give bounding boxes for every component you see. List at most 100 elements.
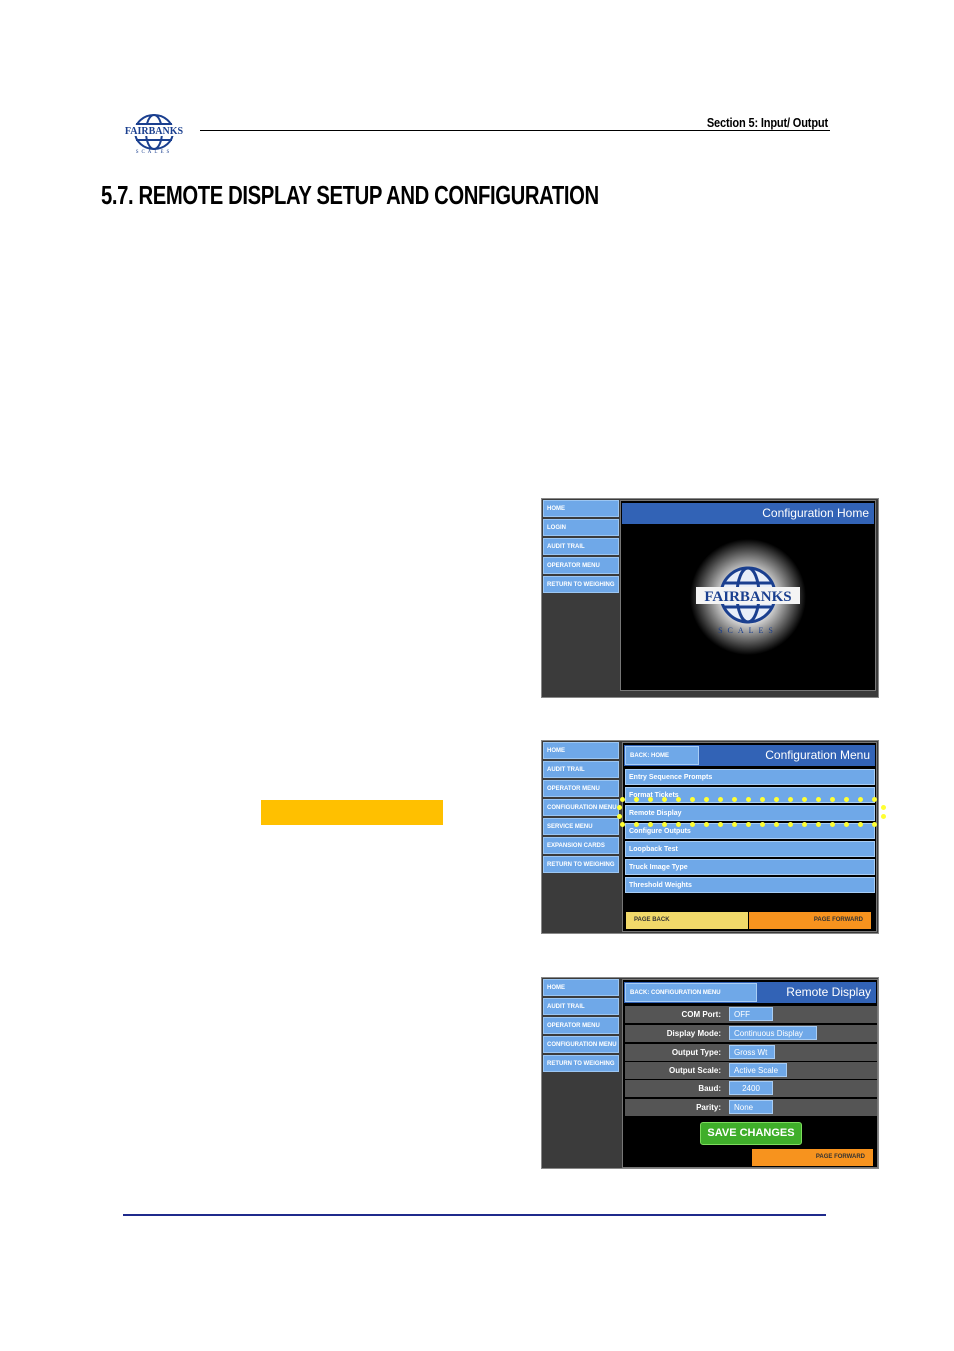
nav-operator-menu[interactable]: OPERATOR MENU [543,1017,619,1034]
highlight-dot [788,822,793,827]
highlight-dot [830,822,835,827]
highlight-dot [620,797,625,802]
highlight-dot [676,822,681,827]
field-label: Output Scale: [668,1066,721,1075]
section-header: Section 5: Input/ Output [706,115,828,130]
highlight-dot [746,822,751,827]
nav-return-to-weighing[interactable]: RETURN TO WEIGHING [543,1055,619,1072]
menu-item-truck-image-type[interactable]: Truck Image Type [625,859,875,875]
highlight-dot [732,822,737,827]
highlight-dot [872,822,877,827]
menu-item-threshold-weights[interactable]: Threshold Weights [625,877,875,893]
field-output-scale: Output Scale: Active Scale [625,1062,877,1079]
highlight-dot [718,797,723,802]
nav-home[interactable]: HOME [543,979,619,996]
display-mode-value[interactable]: Continuous Display [729,1026,817,1040]
highlight-dot [788,797,793,802]
nav-return-to-weighing[interactable]: RETURN TO WEIGHING [543,576,619,593]
header-rule [200,130,830,131]
highlight-dot [881,805,886,810]
highlight-dot [620,822,625,827]
highlight-dot [802,797,807,802]
nav-login[interactable]: LOGIN [543,519,619,536]
highlight-dot [872,797,877,802]
highlight-dot [802,822,807,827]
highlight-dot [617,814,622,819]
field-label: Parity: [696,1103,721,1112]
highlight-dot [774,822,779,827]
output-scale-value[interactable]: Active Scale [729,1063,787,1077]
screen-configuration-home: HOME LOGIN AUDIT TRAIL OPERATOR MENU RET… [541,498,879,698]
highlight-dot [634,797,639,802]
highlight-dot [746,797,751,802]
nav-home[interactable]: HOME [543,500,619,517]
com-port-value[interactable]: OFF [729,1007,773,1021]
highlight-dot [690,797,695,802]
highlight-dot [617,805,622,810]
field-label: Baud: [698,1084,721,1093]
svg-text:FAIRBANKS: FAIRBANKS [704,589,791,605]
highlight-dot [690,822,695,827]
baud-value[interactable]: 2400 [729,1081,773,1095]
highlight-dot [844,797,849,802]
page-forward-button[interactable]: PAGE FORWARD [749,912,871,929]
nav-sidebar: HOME LOGIN AUDIT TRAIL OPERATOR MENU RET… [542,499,620,595]
screen-configuration-menu: HOME AUDIT TRAIL OPERATOR MENU CONFIGURA… [541,740,879,934]
main-panel: Configuration Home FAIRBANKS SCALES [620,500,876,691]
save-changes-button[interactable]: SAVE CHANGES [700,1122,802,1145]
highlight-dot [816,797,821,802]
field-parity: Parity: None [625,1099,877,1116]
highlight-dot [648,822,653,827]
highlight-dot [718,822,723,827]
nav-audit-trail[interactable]: AUDIT TRAIL [543,538,619,555]
nav-operator-menu[interactable]: OPERATOR MENU [543,780,619,797]
highlight-dot [662,797,667,802]
nav-audit-trail[interactable]: AUDIT TRAIL [543,998,619,1015]
field-label: COM Port: [681,1010,721,1019]
field-label: Output Type: [671,1048,721,1057]
menu-item-entry-sequence-prompts[interactable]: Entry Sequence Prompts [625,769,875,785]
page-forward-button[interactable]: PAGE FORWARD [752,1149,873,1166]
highlight-dot [816,822,821,827]
highlight-dot [760,797,765,802]
highlight-dot [844,822,849,827]
menu-item-loopback-test[interactable]: Loopback Test [625,841,875,857]
page-back-button[interactable]: PAGE BACK [626,912,748,929]
field-baud: Baud: 2400 [625,1080,877,1097]
highlight-dot [704,797,709,802]
nav-configuration-menu[interactable]: CONFIGURATION MENU [543,799,619,816]
highlight-dot [830,797,835,802]
nav-audit-trail[interactable]: AUDIT TRAIL [543,761,619,778]
nav-service-menu[interactable]: SERVICE MENU [543,818,619,835]
nav-return-to-weighing[interactable]: RETURN TO WEIGHING [543,856,619,873]
highlight-dot [760,822,765,827]
nav-expansion-cards[interactable]: EXPANSION CARDS [543,837,619,854]
svg-text:SCALES: SCALES [136,150,173,155]
nav-operator-menu[interactable]: OPERATOR MENU [543,557,619,574]
main-panel: Configuration Menu BACK: HOME Entry Sequ… [622,742,877,932]
menu-item-remote-display[interactable]: Remote Display [625,805,875,821]
fairbanks-globe-logo: FAIRBANKS SCALES [690,539,806,655]
screen-remote-display: HOME AUDIT TRAIL OPERATOR MENU CONFIGURA… [541,977,879,1169]
highlight-dot [634,822,639,827]
highlight-dot [881,814,886,819]
field-label: Display Mode: [666,1029,721,1038]
config-menu-list: Entry Sequence Prompts Format Tickets Re… [625,769,875,895]
parity-value[interactable]: None [729,1100,773,1114]
screen-title: Configuration Home [622,503,874,524]
field-output-type: Output Type: Gross Wt [625,1044,877,1061]
output-type-value[interactable]: Gross Wt [729,1045,775,1059]
highlight-dot [676,797,681,802]
back-home-button[interactable]: BACK: HOME [625,746,699,765]
nav-configuration-menu[interactable]: CONFIGURATION MENU [543,1036,619,1053]
back-configuration-menu-button[interactable]: BACK: CONFIGURATION MENU [625,983,757,1002]
highlight-dot [648,797,653,802]
highlight-block [261,800,443,825]
highlight-dot [858,822,863,827]
nav-home[interactable]: HOME [543,742,619,759]
svg-text:SCALES: SCALES [718,626,778,635]
highlight-dot [774,797,779,802]
nav-sidebar: HOME AUDIT TRAIL OPERATOR MENU CONFIGURA… [542,978,620,1074]
field-com-port: COM Port: OFF [625,1006,877,1023]
highlight-dot [732,797,737,802]
